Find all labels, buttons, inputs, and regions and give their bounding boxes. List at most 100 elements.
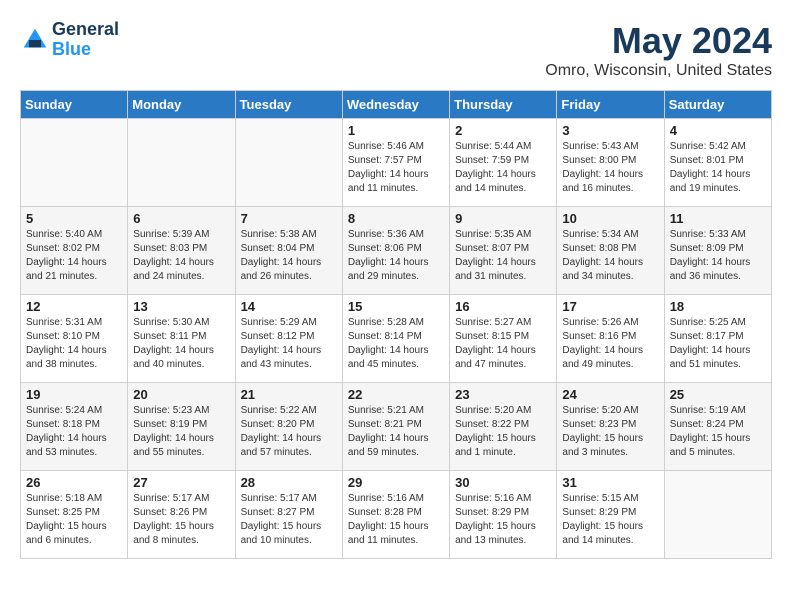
day-info: Sunrise: 5:20 AMSunset: 8:23 PMDaylight:…	[562, 404, 658, 460]
day-info: Sunrise: 5:27 AMSunset: 8:15 PMDaylight:…	[455, 316, 551, 372]
calendar-cell: 1 Sunrise: 5:46 AMSunset: 7:57 PMDaylight…	[342, 119, 449, 207]
calendar-header: Sunday Monday Tuesday Wednesday Thursday…	[21, 91, 772, 119]
day-info: Sunrise: 5:28 AMSunset: 8:14 PMDaylight:…	[348, 316, 444, 372]
day-number: 18	[670, 299, 766, 314]
col-friday: Friday	[557, 91, 664, 119]
calendar-cell: 3Sunrise: 5:43 AMSunset: 8:00 PMDaylight…	[557, 119, 664, 207]
day-info: Sunrise: 5:33 AMSunset: 8:09 PMDaylight:…	[670, 228, 766, 284]
calendar-cell: 20Sunrise: 5:23 AMSunset: 8:19 PMDayligh…	[128, 383, 235, 471]
day-info: Sunrise: 5:46 AMSunset: 7:57 PMDaylight:…	[348, 140, 444, 196]
day-number: 19	[26, 387, 122, 402]
day-number: 14	[241, 299, 337, 314]
day-number: 31	[562, 475, 658, 490]
calendar-cell: 19 Sunrise: 5:24 AMSunset: 8:18 PMDayligh…	[21, 383, 128, 471]
day-info: Sunrise: 5:35 AMSunset: 8:07 PMDaylight:…	[455, 228, 551, 284]
day-info: Sunrise: 5:31 AMSunset: 8:10 PMDaylight:…	[26, 316, 122, 372]
day-info: Sunrise: 5:17 AMSunset: 8:26 PMDaylight:…	[133, 492, 229, 548]
day-number: 6	[133, 211, 229, 226]
calendar-cell: 24 Sunrise: 5:20 AMSunset: 8:23 PMDayligh…	[557, 383, 664, 471]
day-info: Sunrise: 5:34 AMSunset: 8:08 PMDaylight:…	[562, 228, 658, 284]
day-info: Sunrise: 5:26 AMSunset: 8:16 PMDaylight:…	[562, 316, 658, 372]
calendar-cell: 9 Sunrise: 5:35 AMSunset: 8:07 PMDaylight…	[450, 207, 557, 295]
calendar-cell: 31 Sunrise: 5:15 AMSunset: 8:29 PMDayligh…	[557, 471, 664, 559]
day-number: 10	[562, 211, 658, 226]
calendar-cell: 21 Sunrise: 5:22 AMSunset: 8:20 PMDayligh…	[235, 383, 342, 471]
calendar-cell: 7 Sunrise: 5:38 AMSunset: 8:04 PMDaylight…	[235, 207, 342, 295]
day-number: 3	[562, 123, 658, 138]
calendar-cell: 14Sunrise: 5:29 AMSunset: 8:12 PMDayligh…	[235, 295, 342, 383]
day-number: 2	[455, 123, 551, 138]
calendar-cell: 12Sunrise: 5:31 AMSunset: 8:10 PMDayligh…	[21, 295, 128, 383]
day-number: 29	[348, 475, 444, 490]
day-number: 23	[455, 387, 551, 402]
subtitle: Omro, Wisconsin, United States	[545, 62, 772, 80]
day-number: 5	[26, 211, 122, 226]
day-number: 22	[348, 387, 444, 402]
day-info: Sunrise: 5:40 AMSunset: 8:02 PMDaylight:…	[26, 228, 122, 284]
col-saturday: Saturday	[664, 91, 771, 119]
day-info: Sunrise: 5:25 AMSunset: 8:17 PMDaylight:…	[670, 316, 766, 372]
day-info: Sunrise: 5:24 AMSunset: 8:18 PMDaylight:…	[26, 404, 122, 460]
calendar-cell	[664, 471, 771, 559]
calendar-week-2: 5 Sunrise: 5:40 AMSunset: 8:02 PMDaylight…	[21, 207, 772, 295]
calendar-cell: 13Sunrise: 5:30 AMSunset: 8:11 PMDayligh…	[128, 295, 235, 383]
day-info: Sunrise: 5:36 AMSunset: 8:06 PMDaylight:…	[348, 228, 444, 284]
calendar-cell: 30Sunrise: 5:16 AMSunset: 8:29 PMDayligh…	[450, 471, 557, 559]
day-info: Sunrise: 5:23 AMSunset: 8:19 PMDaylight:…	[133, 404, 229, 460]
day-number: 27	[133, 475, 229, 490]
day-number: 7	[241, 211, 337, 226]
header-row: Sunday Monday Tuesday Wednesday Thursday…	[21, 91, 772, 119]
title-block: May 2024 Omro, Wisconsin, United States	[545, 20, 772, 80]
calendar-cell: 11 Sunrise: 5:33 AMSunset: 8:09 PMDayligh…	[664, 207, 771, 295]
calendar-week-3: 12Sunrise: 5:31 AMSunset: 8:10 PMDayligh…	[21, 295, 772, 383]
day-number: 1	[348, 123, 444, 138]
day-number: 4	[670, 123, 766, 138]
day-info: Sunrise: 5:18 AMSunset: 8:25 PMDaylight:…	[26, 492, 122, 548]
main-title: May 2024	[545, 20, 772, 62]
col-sunday: Sunday	[21, 91, 128, 119]
calendar-cell: 16Sunrise: 5:27 AMSunset: 8:15 PMDayligh…	[450, 295, 557, 383]
calendar-cell: 6Sunrise: 5:39 AMSunset: 8:03 PMDaylight…	[128, 207, 235, 295]
day-number: 9	[455, 211, 551, 226]
day-info: Sunrise: 5:20 AMSunset: 8:22 PMDaylight:…	[455, 404, 551, 460]
day-info: Sunrise: 5:19 AMSunset: 8:24 PMDaylight:…	[670, 404, 766, 460]
logo: General Blue	[20, 20, 119, 60]
calendar-cell	[235, 119, 342, 207]
day-info: Sunrise: 5:42 AMSunset: 8:01 PMDaylight:…	[670, 140, 766, 196]
calendar-table: Sunday Monday Tuesday Wednesday Thursday…	[20, 90, 772, 559]
calendar-cell: 28 Sunrise: 5:17 AMSunset: 8:27 PMDayligh…	[235, 471, 342, 559]
day-info: Sunrise: 5:17 AMSunset: 8:27 PMDaylight:…	[241, 492, 337, 548]
calendar-cell	[21, 119, 128, 207]
calendar-week-1: 1 Sunrise: 5:46 AMSunset: 7:57 PMDaylight…	[21, 119, 772, 207]
calendar-cell: 26Sunrise: 5:18 AMSunset: 8:25 PMDayligh…	[21, 471, 128, 559]
calendar-cell: 22 Sunrise: 5:21 AMSunset: 8:21 PMDayligh…	[342, 383, 449, 471]
calendar-body: 1 Sunrise: 5:46 AMSunset: 7:57 PMDaylight…	[21, 119, 772, 559]
day-number: 21	[241, 387, 337, 402]
day-number: 28	[241, 475, 337, 490]
day-info: Sunrise: 5:38 AMSunset: 8:04 PMDaylight:…	[241, 228, 337, 284]
calendar-cell: 2 Sunrise: 5:44 AMSunset: 7:59 PMDaylight…	[450, 119, 557, 207]
calendar-cell: 5 Sunrise: 5:40 AMSunset: 8:02 PMDaylight…	[21, 207, 128, 295]
calendar-cell: 23 Sunrise: 5:20 AMSunset: 8:22 PMDayligh…	[450, 383, 557, 471]
day-info: Sunrise: 5:16 AMSunset: 8:29 PMDaylight:…	[455, 492, 551, 548]
col-thursday: Thursday	[450, 91, 557, 119]
calendar-cell: 25Sunrise: 5:19 AMSunset: 8:24 PMDayligh…	[664, 383, 771, 471]
logo-line1: General	[52, 20, 119, 40]
calendar-cell: 17 Sunrise: 5:26 AMSunset: 8:16 PMDayligh…	[557, 295, 664, 383]
calendar-cell	[128, 119, 235, 207]
col-monday: Monday	[128, 91, 235, 119]
day-number: 15	[348, 299, 444, 314]
page-header: General Blue May 2024 Omro, Wisconsin, U…	[20, 20, 772, 80]
day-info: Sunrise: 5:15 AMSunset: 8:29 PMDaylight:…	[562, 492, 658, 548]
calendar-cell: 4 Sunrise: 5:42 AMSunset: 8:01 PMDaylight…	[664, 119, 771, 207]
day-number: 24	[562, 387, 658, 402]
day-number: 11	[670, 211, 766, 226]
day-info: Sunrise: 5:22 AMSunset: 8:20 PMDaylight:…	[241, 404, 337, 460]
day-number: 17	[562, 299, 658, 314]
day-info: Sunrise: 5:21 AMSunset: 8:21 PMDaylight:…	[348, 404, 444, 460]
calendar-week-4: 19 Sunrise: 5:24 AMSunset: 8:18 PMDayligh…	[21, 383, 772, 471]
calendar-cell: 10 Sunrise: 5:34 AMSunset: 8:08 PMDayligh…	[557, 207, 664, 295]
day-info: Sunrise: 5:30 AMSunset: 8:11 PMDaylight:…	[133, 316, 229, 372]
day-info: Sunrise: 5:44 AMSunset: 7:59 PMDaylight:…	[455, 140, 551, 196]
calendar-cell: 29Sunrise: 5:16 AMSunset: 8:28 PMDayligh…	[342, 471, 449, 559]
